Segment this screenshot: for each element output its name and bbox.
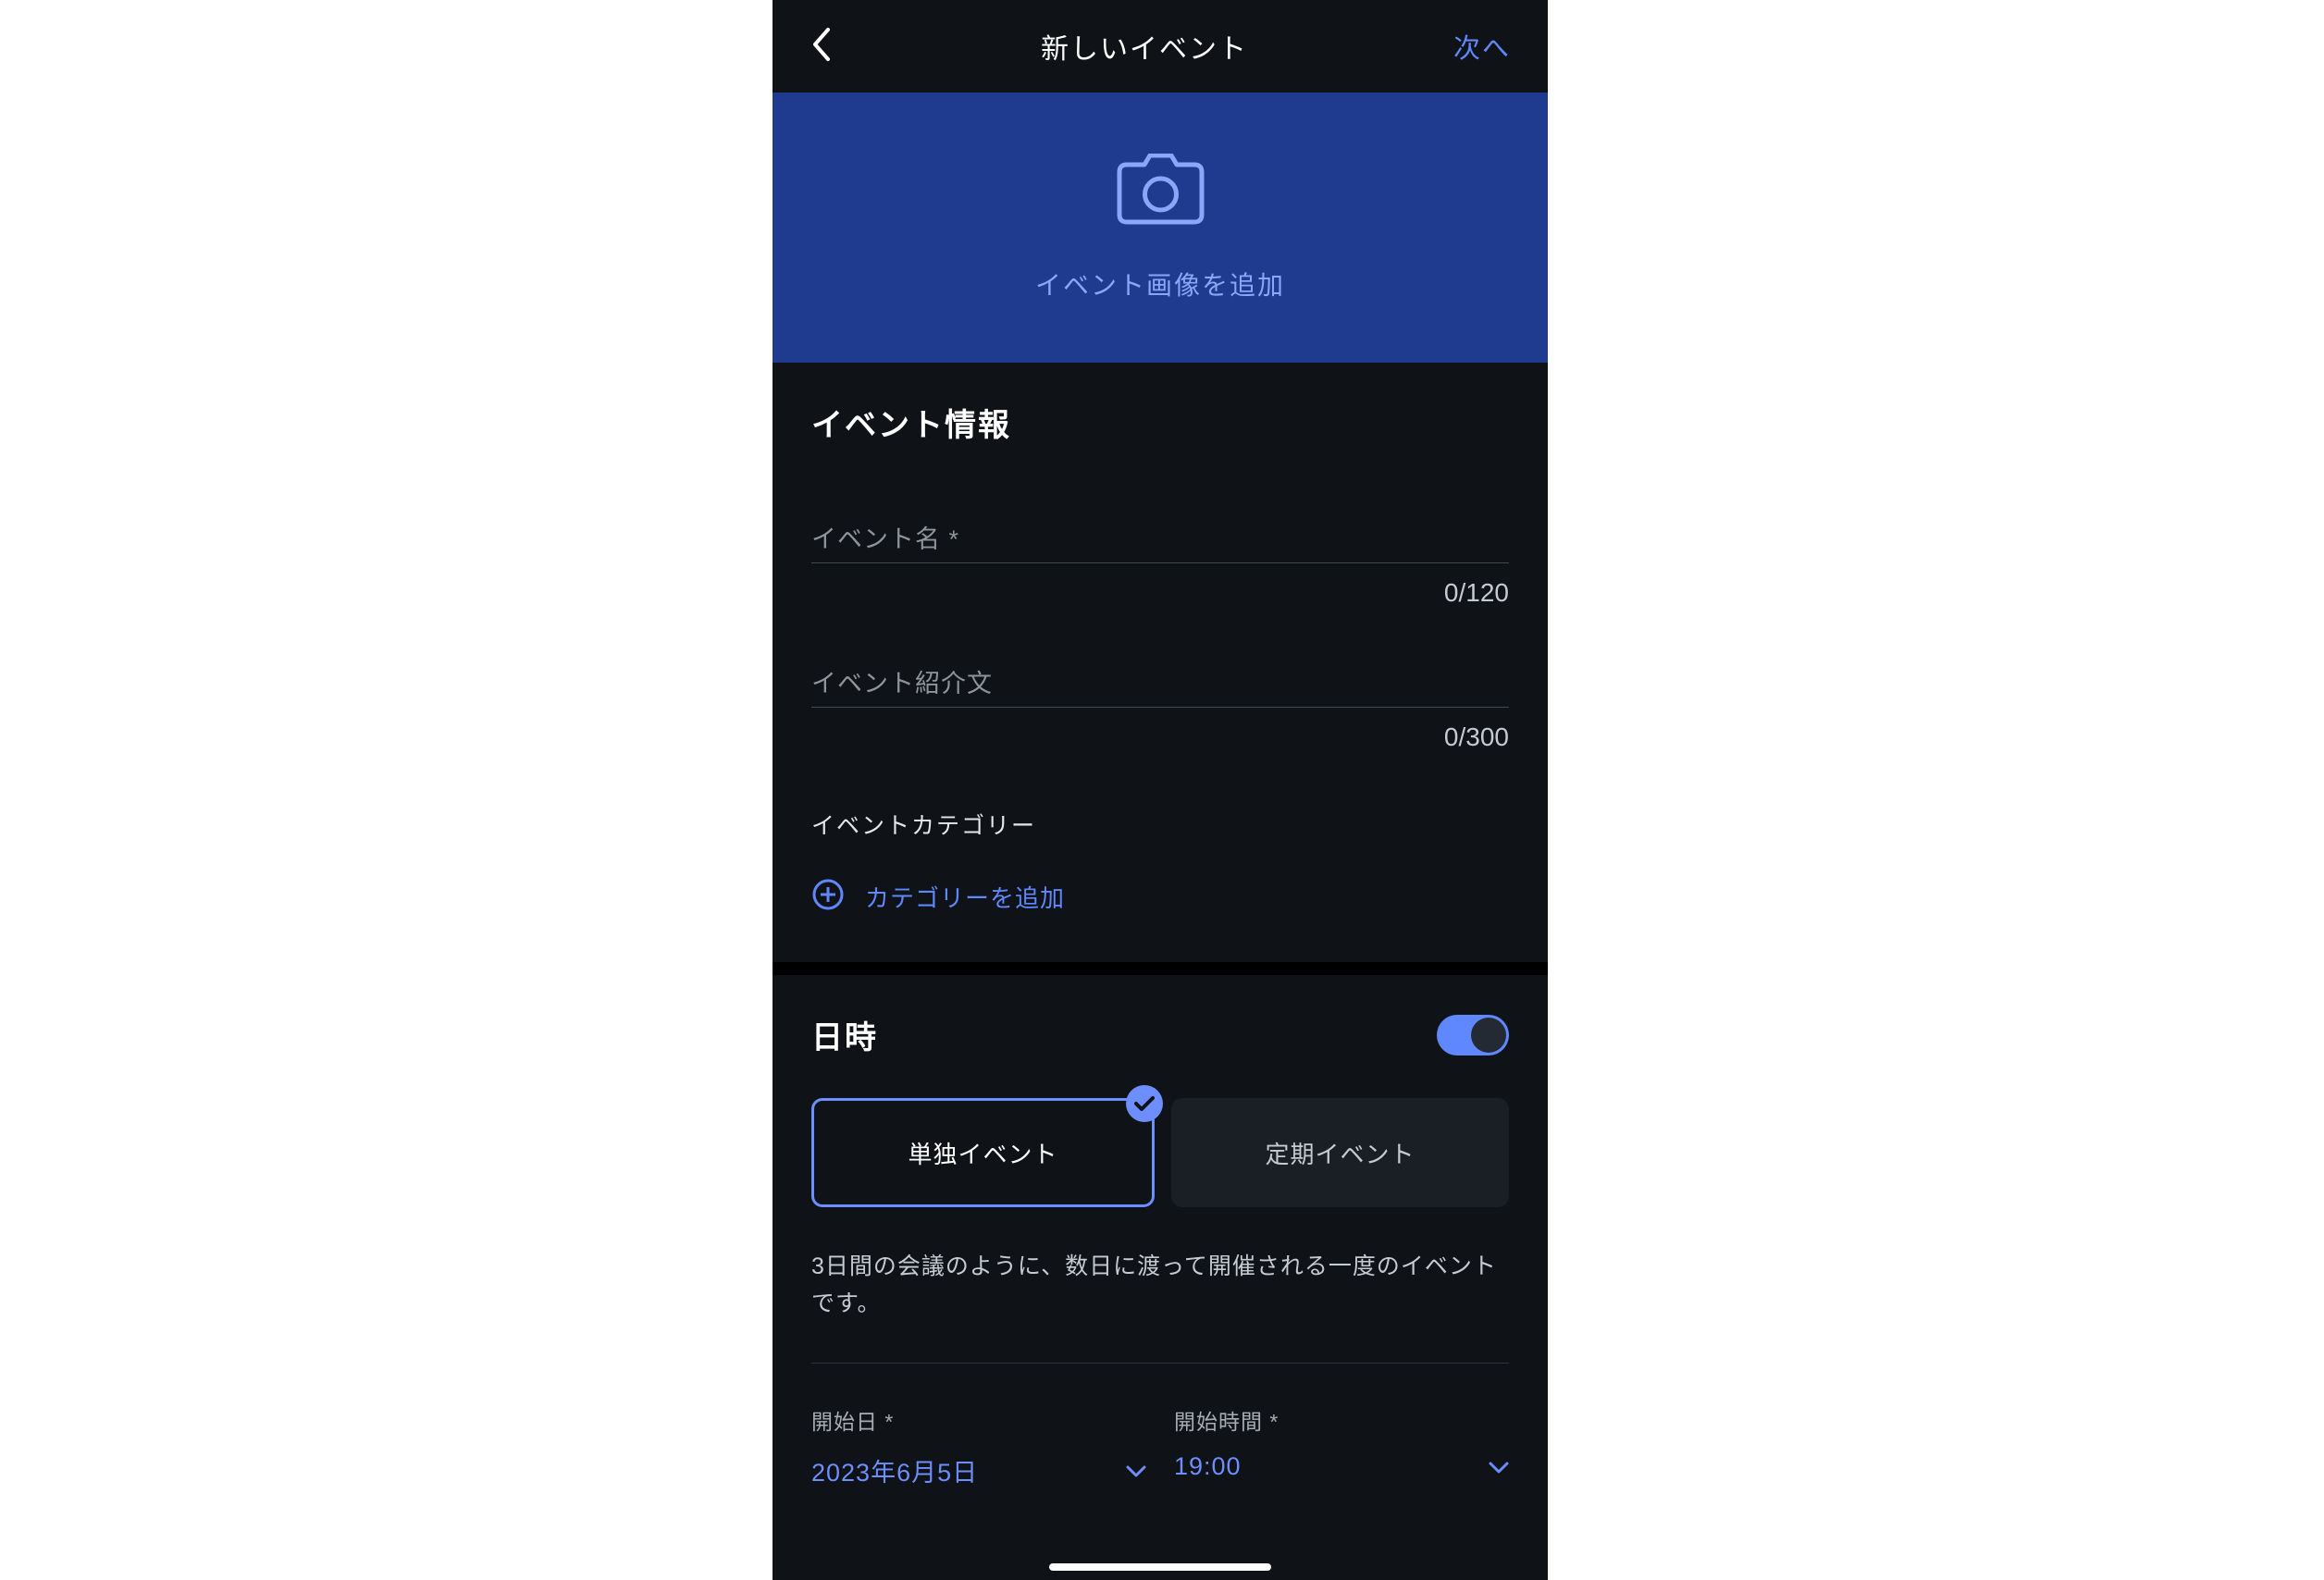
event-desc-placeholder: イベント紹介文 [811, 663, 1509, 707]
home-indicator[interactable] [1049, 1563, 1271, 1571]
event-desc-counter: 0/300 [811, 722, 1509, 752]
plus-circle-icon [811, 878, 845, 916]
check-icon [1126, 1085, 1163, 1122]
header-bar: 新しいイベント 次へ [773, 0, 1548, 93]
event-name-placeholder: イベント名 * [811, 519, 1509, 562]
event-type-description: 3日間の会議のように、数日に渡って開催される一度のイベントです。 [811, 1248, 1509, 1322]
recurring-event-option[interactable]: 定期イベント [1171, 1098, 1509, 1207]
next-button[interactable]: 次へ [1453, 27, 1511, 66]
section-divider [773, 962, 1548, 975]
start-date-field[interactable]: 開始日 * 2023年6月5日 [811, 1404, 1146, 1488]
thin-divider [811, 1363, 1509, 1364]
field-underline [811, 562, 1509, 563]
event-category-heading: イベントカテゴリー [811, 808, 1509, 841]
add-event-image-button[interactable]: イベント画像を追加 [773, 93, 1548, 363]
event-name-counter: 0/120 [811, 578, 1509, 608]
chevron-down-icon [1126, 1456, 1146, 1485]
add-category-label: カテゴリーを追加 [865, 880, 1065, 914]
datetime-toggle[interactable] [1437, 1015, 1509, 1055]
datetime-section: 日時 単独イベント 定期イベント 3日間の会議のように、数日に渡って開催される一… [773, 975, 1548, 1488]
add-category-button[interactable]: カテゴリーを追加 [811, 878, 1509, 916]
event-name-field[interactable]: イベント名 * 0/120 [811, 519, 1509, 608]
event-type-row: 単独イベント 定期イベント [811, 1098, 1509, 1207]
back-icon[interactable] [810, 26, 835, 68]
start-date-label: 開始日 * [811, 1404, 1146, 1436]
chevron-down-icon [1489, 1452, 1509, 1481]
start-datetime-row: 開始日 * 2023年6月5日 開始時間 * 19:00 [811, 1404, 1509, 1488]
recurring-event-label: 定期イベント [1265, 1136, 1415, 1170]
start-time-value: 19:00 [1174, 1452, 1242, 1481]
start-date-value: 2023年6月5日 [811, 1452, 978, 1488]
event-desc-field[interactable]: イベント紹介文 0/300 [811, 663, 1509, 752]
toggle-knob [1471, 1018, 1506, 1053]
field-underline [811, 707, 1509, 708]
add-image-label: イベント画像を追加 [1035, 265, 1285, 302]
datetime-heading: 日時 [811, 1012, 878, 1057]
camera-icon [1117, 154, 1205, 232]
start-time-field[interactable]: 開始時間 * 19:00 [1174, 1404, 1509, 1488]
page-title: 新しいイベント [1041, 26, 1248, 67]
event-info-section: イベント情報 イベント名 * 0/120 イベント紹介文 0/300 イベントカ… [773, 363, 1548, 962]
event-info-heading: イベント情報 [811, 400, 1509, 445]
start-time-label: 開始時間 * [1174, 1404, 1509, 1436]
app-screen: 新しいイベント 次へ イベント画像を追加 イベント情報 イベント名 * 0/12… [773, 0, 1548, 1580]
single-event-label: 単独イベント [908, 1136, 1057, 1170]
single-event-option[interactable]: 単独イベント [811, 1098, 1155, 1207]
